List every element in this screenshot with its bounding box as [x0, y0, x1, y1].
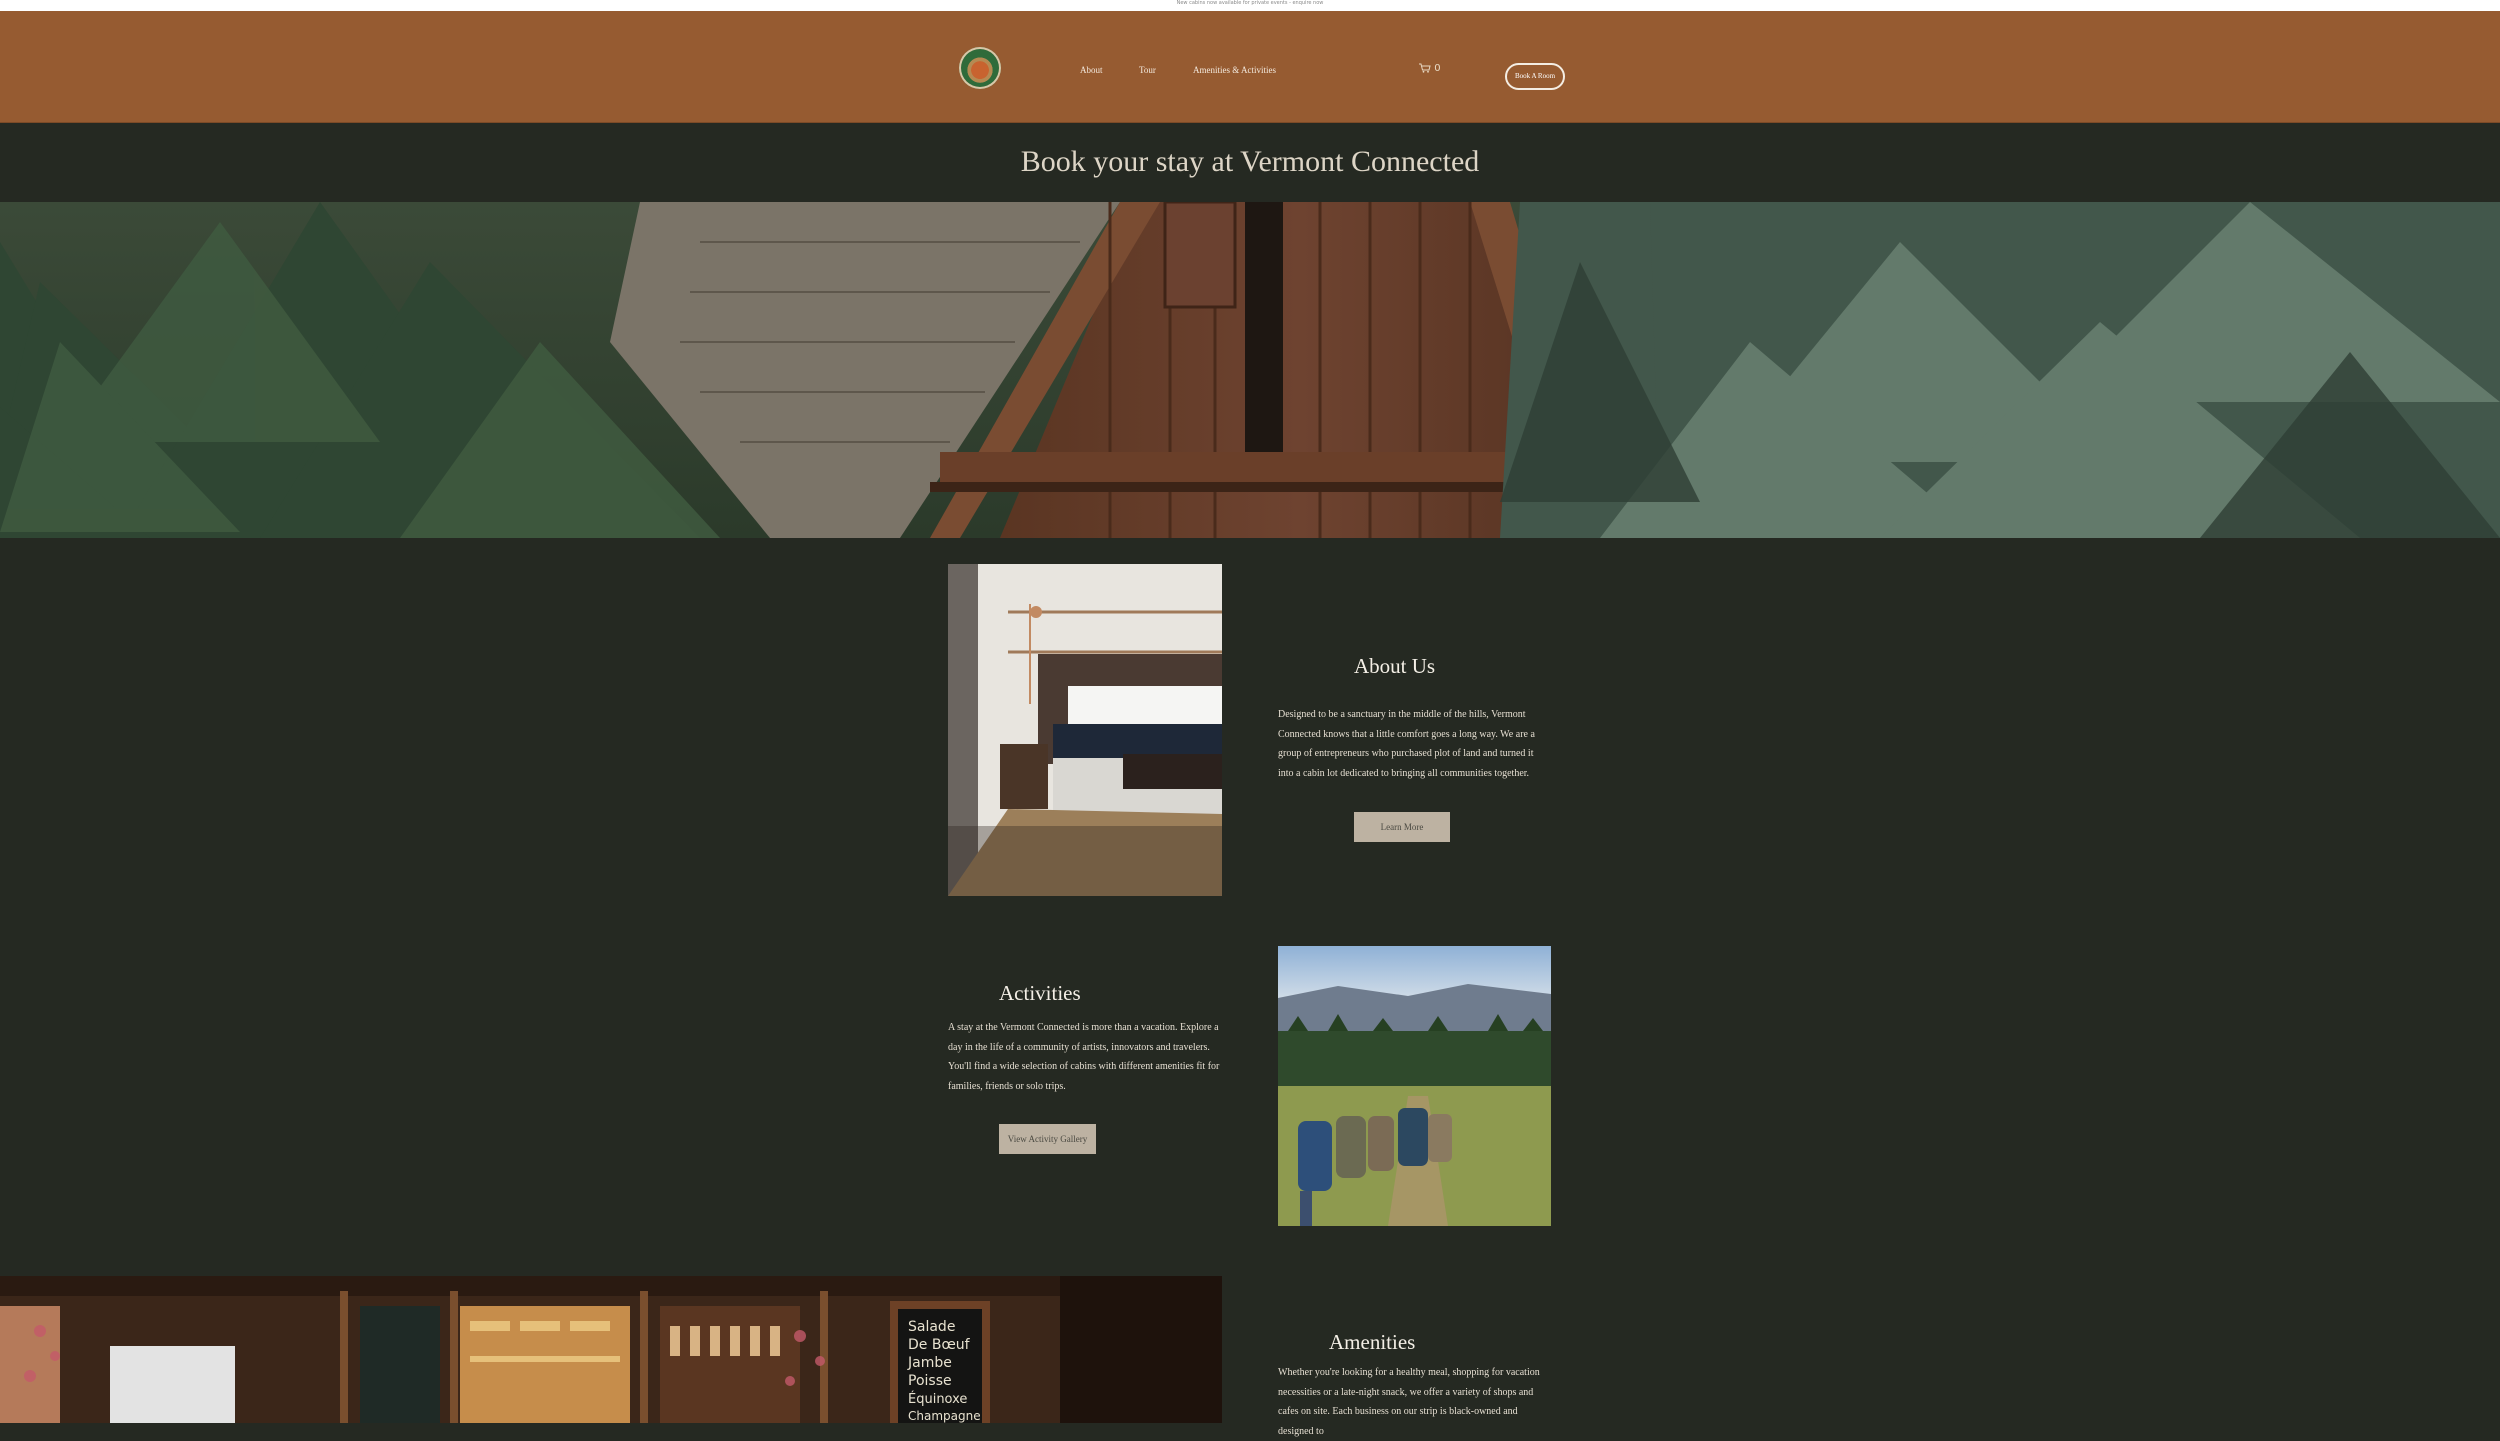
nav-about[interactable]: About: [1080, 65, 1103, 75]
about-text: Designed to be a sanctuary in the middle…: [1278, 709, 1535, 779]
nav-tour[interactable]: Tour: [1139, 65, 1156, 75]
cabin-illustration: [0, 202, 2500, 538]
page-title: Book your stay at Vermont Connected: [1020, 145, 1480, 178]
cart-button[interactable]: 0: [1419, 63, 1441, 74]
site-logo[interactable]: [959, 47, 1001, 89]
activities-title: Activities: [999, 981, 1081, 1005]
amenities-title: Amenities: [1329, 1330, 1416, 1354]
bedroom-illustration: [948, 564, 1222, 896]
activities-text: A stay at the Vermont Connected is more …: [948, 1022, 1220, 1092]
nav-amenities-activities[interactable]: Amenities & Activities: [1193, 65, 1276, 75]
cafe-photo: Salade De Bœuf Jambe Poisse Équinoxe Cha…: [0, 1276, 1222, 1423]
about-title: About Us: [1354, 654, 1436, 678]
site-header: About Tour Amenities & Activities 0 Book…: [0, 11, 2500, 123]
hikers-illustration: [1278, 946, 1551, 1226]
book-room-button[interactable]: Book A Room: [1505, 63, 1565, 90]
svg-text:Poisse: Poisse: [908, 1373, 952, 1389]
svg-text:Champagne: Champagne: [908, 1409, 981, 1423]
svg-text:Jambe: Jambe: [907, 1355, 952, 1371]
announcement-bar: New cabins now available for private eve…: [0, 0, 2500, 11]
cart-count: 0: [1434, 63, 1441, 74]
cafe-illustration: Salade De Bœuf Jambe Poisse Équinoxe Cha…: [0, 1276, 1222, 1423]
svg-text:Équinoxe: Équinoxe: [908, 1391, 967, 1407]
amenities-text: Whether you're looking for a healthy mea…: [1278, 1367, 1540, 1437]
svg-text:De Bœuf: De Bœuf: [908, 1337, 971, 1353]
bedroom-photo: [948, 564, 1222, 896]
view-activity-gallery-button[interactable]: View Activity Gallery: [999, 1124, 1096, 1154]
announcement-text: New cabins now available for private eve…: [1176, 0, 1324, 6]
hero-image: [0, 202, 2500, 538]
svg-text:Salade: Salade: [908, 1319, 955, 1335]
cart-icon: [1419, 63, 1431, 73]
learn-more-button[interactable]: Learn More: [1354, 812, 1450, 842]
hikers-photo: [1278, 946, 1551, 1226]
